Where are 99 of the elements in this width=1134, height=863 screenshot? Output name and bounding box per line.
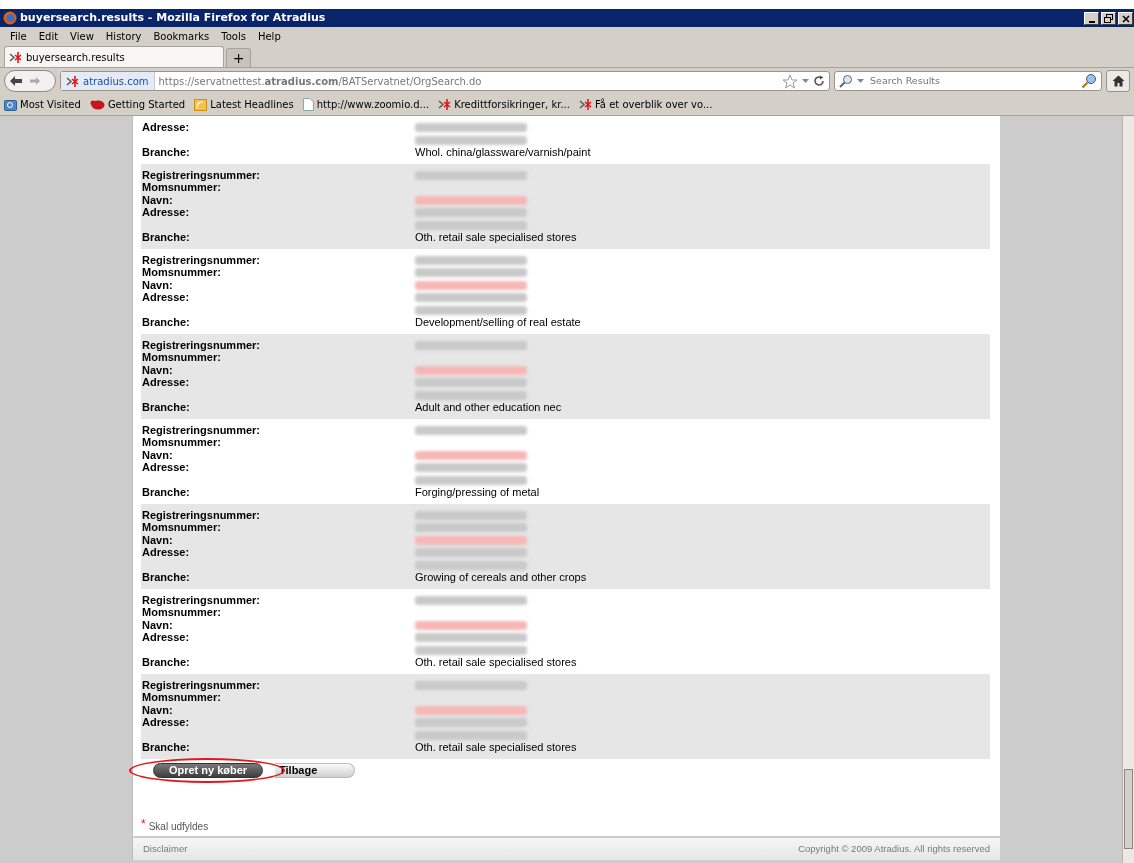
field-label: Registreringsnummer:	[142, 338, 261, 351]
restore-icon	[1104, 14, 1113, 23]
field-label: Adresse:	[142, 376, 191, 389]
field-label: Branche:	[142, 146, 191, 159]
feed-icon	[194, 98, 208, 111]
restore-button[interactable]	[1101, 11, 1116, 25]
field-label: Momsnummer:	[142, 181, 222, 194]
scrollbar-thumb[interactable]	[1124, 769, 1133, 849]
browser-logo-icon	[3, 11, 17, 25]
bookmark-link[interactable]: Latest Headlines	[194, 97, 294, 112]
bookmark-link[interactable]: Getting Started	[89, 97, 186, 112]
menu-item[interactable]: Edit	[32, 28, 65, 44]
field-value: Development/selling of real estate	[415, 316, 581, 329]
field-label: Registreringsnummer:	[142, 593, 261, 606]
field-label: Adresse:	[142, 121, 191, 134]
field-label: Branche:	[142, 656, 191, 669]
field-label: Registreringsnummer:	[142, 678, 261, 691]
animal-icon	[89, 98, 105, 111]
field-label: Adresse:	[142, 206, 191, 219]
field-label: Adresse:	[142, 631, 191, 644]
bookmark-link[interactable]: http://www.zoomio.d...	[302, 97, 430, 112]
menu-item[interactable]: Tools	[215, 28, 252, 44]
field-value: Oth. retail sale specialised stores	[415, 741, 577, 754]
copyright-text: Copyright © 2009 Atradius. All rights reserved	[798, 841, 990, 856]
close-icon	[1121, 14, 1130, 23]
url-text: https://servatnettest.atradius.com/BATServatnet/OrgSearch.do	[157, 74, 482, 89]
close-button[interactable]	[1118, 11, 1133, 25]
browser-tab[interactable]: buyersearch.results	[4, 46, 224, 67]
site-logo-icon	[9, 51, 22, 63]
required-mark: *	[141, 819, 146, 829]
site-logo-icon	[438, 99, 452, 110]
forward-arrow-icon	[29, 76, 41, 86]
window-title: buyersearch.results - Mozilla Firefox for Atradius	[20, 9, 326, 26]
field-label: Branche:	[142, 571, 191, 584]
field-label: Branche:	[142, 401, 191, 414]
menu-item[interactable]: File	[4, 28, 33, 44]
field-label: Momsnummer:	[142, 521, 222, 534]
field-label: Registreringsnummer:	[142, 423, 261, 436]
home-button[interactable]	[1106, 70, 1130, 92]
search-icon	[839, 74, 853, 88]
field-label: Momsnummer:	[142, 606, 222, 619]
address-bar[interactable]: atradius.com https://servatnettest.atradius.com/BATServatnet/OrgSearch.do	[60, 71, 830, 91]
bookmark-link[interactable]: Kredittforsikringer, kr...	[438, 97, 570, 112]
bookmark-link[interactable]: Most Visited	[4, 97, 81, 112]
folder-icon	[4, 98, 17, 111]
field-value: Growing of cereals and other crops	[415, 571, 587, 584]
new-tab-button[interactable]: +	[226, 48, 251, 67]
field-value: Adult and other education nec	[415, 401, 562, 414]
field-label: Adresse:	[142, 716, 191, 729]
menu-item[interactable]: View	[64, 28, 100, 44]
field-label: Navn:	[142, 193, 174, 206]
field-value: Forging/pressing of metal	[415, 486, 540, 499]
field-label: Registreringsnummer:	[142, 168, 261, 181]
field-label: Momsnummer:	[142, 266, 222, 279]
bookmark-link[interactable]: Få et overblik over vo...	[579, 97, 713, 112]
field-label: Navn:	[142, 703, 174, 716]
back-arrow-icon	[9, 75, 23, 87]
field-label: Navn:	[142, 533, 174, 546]
search-input[interactable]: Search Results	[868, 72, 1077, 90]
minimize-button[interactable]	[1084, 11, 1099, 25]
page-icon	[302, 98, 314, 111]
field-label: Navn:	[142, 363, 174, 376]
field-value: Oth. retail sale specialised stores	[415, 656, 577, 669]
menu-item[interactable]: Help	[251, 28, 287, 44]
field-label: Registreringsnummer:	[142, 253, 261, 266]
disclaimer-link[interactable]: Disclaimer	[143, 841, 188, 857]
back-forward-control[interactable]	[4, 70, 56, 92]
field-label: Branche:	[142, 316, 191, 329]
minimize-icon	[1088, 20, 1095, 23]
menu-item[interactable]: History	[99, 28, 148, 44]
dropdown-caret-icon	[857, 79, 864, 83]
create-buyer-button[interactable]: Opret ny køber	[153, 763, 263, 778]
field-label: Adresse:	[142, 461, 191, 474]
field-value: Whol. china/glassware/varnish/paint	[415, 146, 591, 159]
site-logo-icon	[579, 99, 592, 110]
field-label: Momsnummer:	[142, 691, 222, 704]
field-label: Navn:	[142, 618, 174, 631]
field-label: Branche:	[142, 231, 191, 244]
required-note: Skal udfyldes	[148, 820, 209, 834]
home-icon	[1111, 75, 1125, 87]
field-label: Navn:	[142, 278, 174, 291]
search-bar[interactable]: Search Results	[834, 71, 1102, 91]
field-label: Branche:	[142, 741, 191, 754]
field-value: Oth. retail sale specialised stores	[415, 231, 577, 244]
menu-item[interactable]: Bookmarks	[147, 28, 216, 44]
field-label: Momsnummer:	[142, 351, 222, 364]
field-label: Momsnummer:	[142, 436, 222, 449]
site-logo-icon	[66, 75, 79, 87]
reload-icon	[813, 75, 825, 87]
field-label: Registreringsnummer:	[142, 508, 261, 521]
scrollbar[interactable]	[1122, 116, 1134, 863]
site-identity[interactable]: atradius.com	[61, 72, 155, 90]
dropdown-caret-icon	[802, 79, 809, 83]
field-label: Navn:	[142, 448, 174, 461]
search-icon	[1081, 73, 1097, 89]
field-label: Adresse:	[142, 546, 191, 559]
field-label: Adresse:	[142, 291, 191, 304]
star-icon	[782, 73, 798, 89]
field-label: Branche:	[142, 486, 191, 499]
